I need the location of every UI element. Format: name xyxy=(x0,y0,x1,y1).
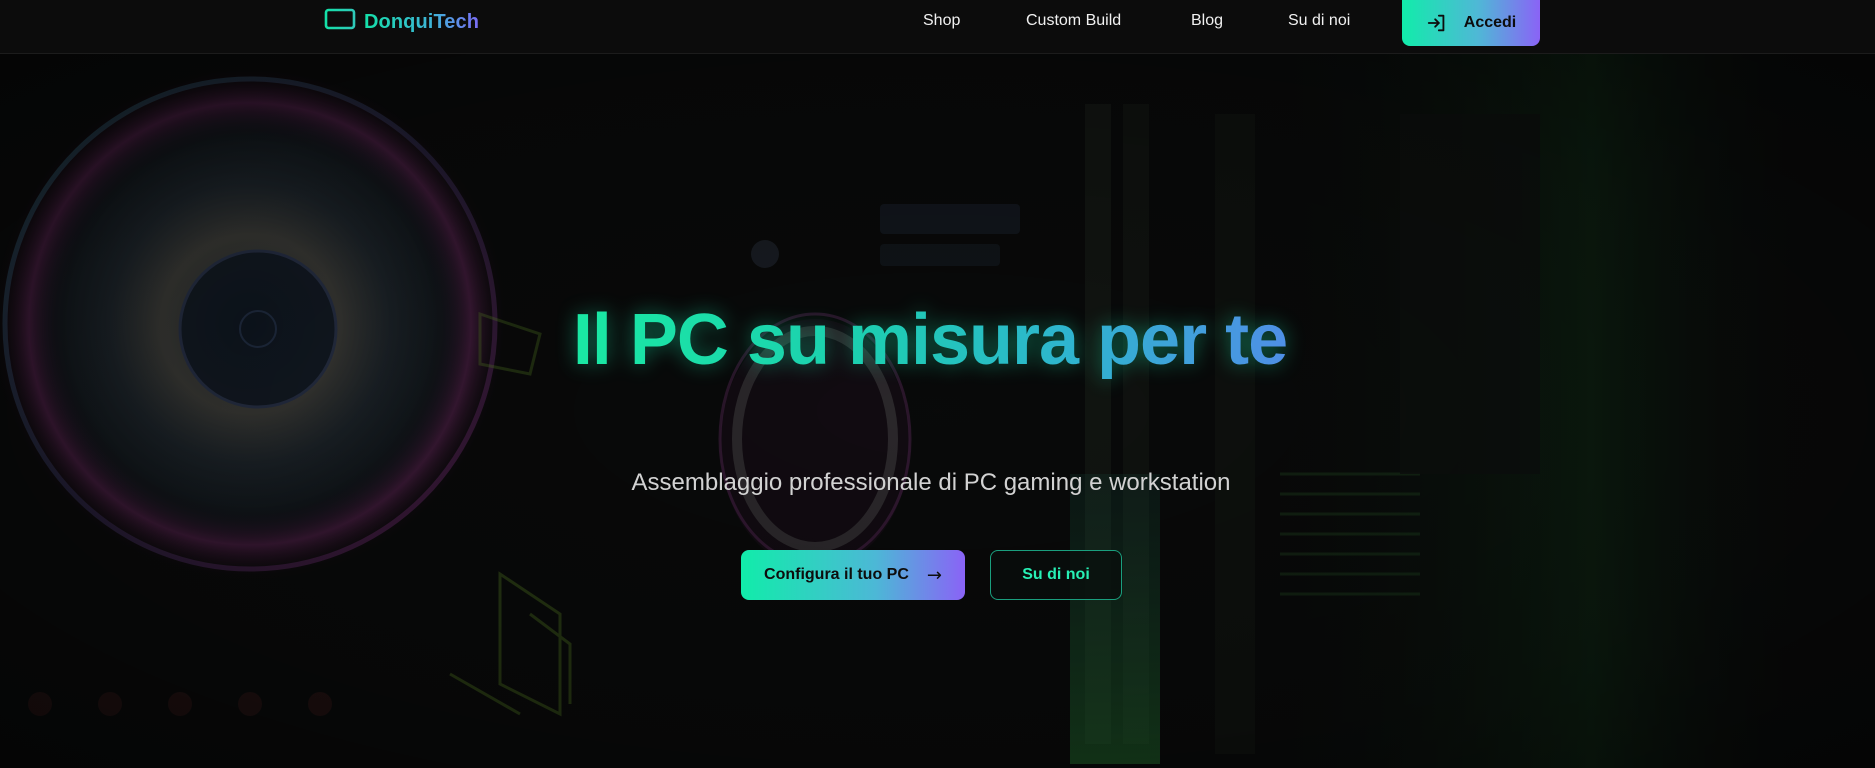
configure-pc-button[interactable]: Configura il tuo PC → xyxy=(741,550,965,600)
arrow-right-icon: → xyxy=(926,564,942,586)
monitor-icon xyxy=(324,8,356,36)
nav-link-blog[interactable]: Blog xyxy=(1191,12,1223,30)
login-icon xyxy=(1427,14,1445,32)
page: DonquiTech Shop Custom Build Blog Su di … xyxy=(0,0,1875,768)
login-button[interactable]: Accedi xyxy=(1402,0,1540,46)
nav-link-about[interactable]: Su di noi xyxy=(1288,12,1350,30)
login-label: Accedi xyxy=(1463,14,1517,31)
about-us-label: Su di noi xyxy=(1022,566,1090,583)
navbar: DonquiTech Shop Custom Build Blog Su di … xyxy=(0,0,1875,54)
hero-title: Il PC su misura per te xyxy=(572,300,1288,380)
hero-section xyxy=(0,54,1875,768)
hero-overlay xyxy=(0,54,1875,768)
nav-link-shop[interactable]: Shop xyxy=(923,12,960,30)
brand-logo[interactable]: DonquiTech xyxy=(324,8,479,36)
nav-link-custom-build[interactable]: Custom Build xyxy=(1026,12,1121,30)
about-us-button[interactable]: Su di noi xyxy=(990,550,1122,600)
brand-name: DonquiTech xyxy=(364,10,480,33)
hero-subtitle: Assemblaggio professionale di PC gaming … xyxy=(631,469,1231,496)
configure-pc-label: Configura il tuo PC xyxy=(764,566,909,583)
